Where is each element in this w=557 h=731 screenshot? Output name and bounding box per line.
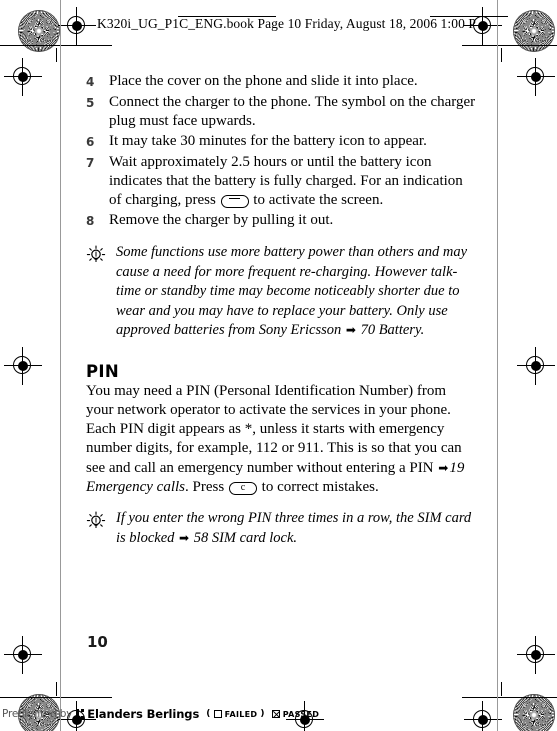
pin-paragraph-body: to correct mistakes. xyxy=(257,478,379,495)
cross-reference-target: 58 SIM card lock. xyxy=(190,529,298,546)
step-number: 6 xyxy=(86,135,95,149)
pin-paragraph-body: . Press xyxy=(185,478,228,495)
document-page: K320i_UG_P1C_ENG.book Page 10 Friday, Au… xyxy=(0,0,557,731)
crop-line-top-left xyxy=(0,45,112,46)
crop-tick-bottom-left xyxy=(56,682,57,696)
tip-note-text: Some functions use more battery power th… xyxy=(116,243,476,341)
trim-line-right xyxy=(497,0,498,731)
cross-reference-arrow-icon: ➡ xyxy=(438,460,449,475)
step-text: It may take 30 minutes for the battery i… xyxy=(109,133,427,149)
registration-mark-bottom-right xyxy=(464,701,502,731)
registration-mark-top-left xyxy=(58,7,96,45)
crop-tick-bottom-right xyxy=(501,682,502,696)
step-text: Wait approximately 2.5 hours or until th… xyxy=(109,153,476,210)
cross-reference-arrow-icon: ➡ xyxy=(345,323,356,337)
cross-reference-target: 70 Battery. xyxy=(356,322,425,338)
preflight-label: Preflighted by xyxy=(2,708,73,720)
list-item: 6 It may take 30 minutes for the battery… xyxy=(86,132,476,152)
crop-tick-top-right xyxy=(501,48,502,62)
list-item: 4 Place the cover on the phone and slide… xyxy=(86,72,476,92)
select-key-icon xyxy=(220,195,249,208)
starburst-mark-bottom-right xyxy=(513,694,555,731)
document-header-filename: K320i_UG_P1C_ENG.book Page 10 Friday, Au… xyxy=(97,16,477,31)
preflight-stamp: Preflighted by Elanders Berlings ( FAILE… xyxy=(2,707,319,721)
lightbulb-tip-icon xyxy=(86,509,116,536)
step-number: 7 xyxy=(86,156,95,170)
clear-key-icon: c xyxy=(228,481,257,495)
tip-note-pin: If you enter the wrong PIN three times i… xyxy=(86,509,476,548)
preflight-failed-label: FAILED xyxy=(224,709,258,719)
registration-mark-right-middle xyxy=(517,347,555,385)
registration-mark-left-upper xyxy=(4,58,42,96)
trim-line-left xyxy=(60,0,61,731)
checkbox-failed-icon xyxy=(213,710,222,718)
close-paren: ) xyxy=(260,709,265,719)
crop-line-bottom-right xyxy=(462,697,557,698)
preflight-brand: Elanders Berlings xyxy=(87,707,200,721)
page-body: 4 Place the cover on the phone and slide… xyxy=(86,72,476,548)
preflight-failed-result: ( FAILED ) xyxy=(206,709,265,719)
registration-mark-left-lower xyxy=(4,636,42,674)
crop-line-bottom-left xyxy=(0,697,112,698)
cross-reference-arrow-icon: ➡ xyxy=(179,530,190,545)
crop-line-top-right xyxy=(462,45,557,46)
elanders-logo-icon xyxy=(76,708,84,720)
list-item: 7 Wait approximately 2.5 hours or until … xyxy=(86,153,476,210)
preflight-passed-result: PASSED xyxy=(271,709,320,719)
checkbox-passed-checked-icon xyxy=(271,710,280,718)
lightbulb-tip-icon xyxy=(86,243,116,270)
section-heading-pin: PIN xyxy=(86,361,119,381)
pin-paragraph-body: You may need a PIN (Personal Identificat… xyxy=(86,382,462,476)
step-number: 8 xyxy=(86,214,95,228)
step-text-part: to activate the screen. xyxy=(249,192,384,208)
crop-tick-top-left xyxy=(56,48,57,62)
tip-note-text: If you enter the wrong PIN three times i… xyxy=(116,509,476,548)
registration-mark-right-lower xyxy=(517,636,555,674)
registration-mark-left-middle xyxy=(4,347,42,385)
step-text: Remove the charger by pulling it out. xyxy=(109,212,334,228)
pin-paragraph: You may need a PIN (Personal Identificat… xyxy=(86,382,476,498)
tip-note-battery: Some functions use more battery power th… xyxy=(86,243,476,341)
open-paren: ( xyxy=(206,709,211,719)
list-item: 5 Connect the charger to the phone. The … xyxy=(86,93,476,131)
step-text: Place the cover on the phone and slide i… xyxy=(109,73,418,89)
step-text: Connect the charger to the phone. The sy… xyxy=(109,94,476,129)
preflight-passed-label: PASSED xyxy=(282,709,320,719)
list-item: 8 Remove the charger by pulling it out. xyxy=(86,211,476,231)
step-number: 4 xyxy=(86,75,95,89)
step-number: 5 xyxy=(86,96,95,110)
page-number: 10 xyxy=(87,633,108,651)
registration-mark-right-upper xyxy=(517,58,555,96)
